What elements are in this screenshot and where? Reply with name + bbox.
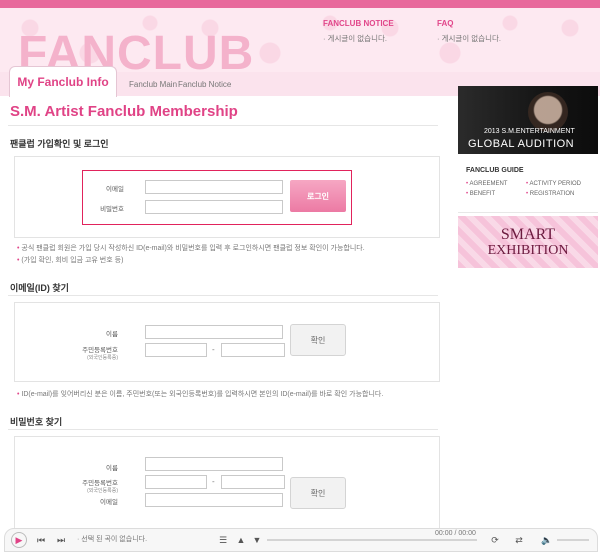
password-field[interactable] bbox=[145, 200, 283, 214]
tab-fanclub-notice[interactable]: Fanclub Notice bbox=[178, 80, 231, 89]
fanclub-notice[interactable]: FANCLUB NOTICE · 게시글이 없습니다. bbox=[323, 19, 394, 44]
guide-agreement-link[interactable]: • AGREEMENT bbox=[466, 181, 507, 187]
find-pw-name-field[interactable] bbox=[145, 457, 283, 471]
faq-title[interactable]: FAQ bbox=[437, 19, 501, 28]
guide-activity-period-label: ACTIVITY PERIOD bbox=[529, 181, 582, 187]
find-id-rrn-second-field[interactable] bbox=[221, 343, 285, 357]
top-pink-bar bbox=[0, 0, 600, 8]
guide-benefit-link[interactable]: • BENEFIT bbox=[466, 191, 495, 197]
login-note-2-text: (가입 확인, 회비 입금 고유 번호 등) bbox=[21, 257, 124, 264]
email-field[interactable] bbox=[145, 180, 283, 194]
email-label: 이메일 bbox=[106, 186, 124, 193]
find-id-heading: 이메일(ID) 찾기 bbox=[10, 283, 69, 293]
expand-icon[interactable]: ▲ bbox=[233, 532, 249, 548]
find-id-rrn-label: 주민등록번호 (외국인등록증) bbox=[58, 344, 118, 361]
time-display: 00:00 / 00:00 bbox=[435, 530, 476, 537]
next-icon[interactable]: ⏭ bbox=[53, 532, 69, 548]
find-pw-email-field[interactable] bbox=[145, 493, 283, 507]
volume-icon[interactable]: 🔈 bbox=[539, 532, 555, 548]
previous-icon[interactable]: ⏮ bbox=[33, 532, 49, 548]
guide-benefit-label: BENEFIT bbox=[469, 191, 496, 197]
find-id-name-label: 이름 bbox=[106, 331, 118, 338]
faq-notice[interactable]: FAQ · 게시글이 없습니다. bbox=[437, 19, 501, 44]
login-note-2: • (가입 확인, 회비 입금 고유 번호 등) bbox=[17, 255, 123, 265]
find-id-name-field[interactable] bbox=[145, 325, 283, 339]
fanclub-notice-text: · 게시글이 없습니다. bbox=[323, 34, 387, 43]
fanclub-guide: FANCLUB GUIDE • AGREEMENT • ACTIVITY PER… bbox=[458, 162, 598, 213]
find-id-confirm-button[interactable]: 확인 bbox=[290, 324, 346, 356]
find-pw-rrn-text: 주민등록번호 bbox=[82, 480, 118, 487]
find-pw-divider bbox=[8, 429, 438, 430]
header-banner: FANCLUB FANCLUB NOTICE · 게시글이 없습니다. FAQ … bbox=[0, 8, 600, 72]
faq-text: · 게시글이 없습니다. bbox=[437, 34, 501, 43]
page-title: S.M. Artist Fanclub Membership bbox=[10, 103, 238, 120]
find-pw-dash: - bbox=[212, 477, 215, 486]
tab-my-fanclub-info-label: My Fanclub Info bbox=[17, 75, 109, 89]
find-id-dash: - bbox=[212, 345, 215, 354]
find-id-divider bbox=[8, 295, 438, 296]
tab-fanclub-main[interactable]: Fanclub Main bbox=[129, 80, 177, 89]
find-id-panel bbox=[14, 302, 440, 382]
find-pw-heading: 비밀번호 찾기 bbox=[10, 417, 63, 427]
find-id-note-text: ID(e-mail)를 잊어버리신 분은 이름, 주민번호(또는 외국인등록번호… bbox=[21, 391, 384, 398]
smart-exhibition-banner[interactable]: SMART EXHIBITION bbox=[458, 216, 598, 268]
login-heading: 팬클럽 가입확인 및 로그인 bbox=[10, 139, 109, 149]
find-pw-email-label: 이메일 bbox=[100, 499, 118, 506]
guide-registration-label: REGISTRATION bbox=[529, 191, 575, 197]
guide-activity-period-link[interactable]: • ACTIVITY PERIOD bbox=[526, 181, 581, 187]
global-audition-banner[interactable]: 2013 S.M.ENTERTAINMENT GLOBAL AUDITION bbox=[458, 86, 598, 154]
audition-title-text: GLOBAL AUDITION bbox=[468, 138, 575, 150]
music-player-bar: ▶ ⏮ ⏭ · 선택 된 곡이 없습니다. ☰ ▲ ▼ 00:00 / 00:0… bbox=[4, 528, 598, 552]
find-pw-rrn-second-field[interactable] bbox=[221, 475, 285, 489]
find-pw-confirm-button[interactable]: 확인 bbox=[290, 477, 346, 509]
find-pw-rrn-sub: (외국인등록증) bbox=[87, 488, 118, 494]
find-id-rrn-sub: (외국인등록증) bbox=[87, 355, 118, 361]
tab-my-fanclub-info[interactable]: My Fanclub Info bbox=[9, 66, 117, 97]
audition-portrait bbox=[528, 92, 568, 132]
audition-year-text: 2013 S.M.ENTERTAINMENT bbox=[484, 128, 575, 135]
login-button[interactable]: 로그인 bbox=[290, 180, 346, 212]
play-icon[interactable]: ▶ bbox=[11, 532, 27, 548]
find-pw-name-label: 이름 bbox=[106, 465, 118, 472]
fanclub-notice-title[interactable]: FANCLUB NOTICE bbox=[323, 19, 394, 28]
fanclub-guide-title: FANCLUB GUIDE bbox=[466, 167, 524, 174]
guide-agreement-label: AGREEMENT bbox=[469, 181, 508, 187]
guide-registration-link[interactable]: • REGISTRATION bbox=[526, 191, 574, 197]
repeat-icon[interactable]: ⟳ bbox=[487, 532, 503, 548]
shuffle-icon[interactable]: ⇄ bbox=[511, 532, 527, 548]
find-id-rrn-first-field[interactable] bbox=[145, 343, 207, 357]
progress-track[interactable] bbox=[267, 539, 477, 541]
now-playing-text: · 선택 된 곡이 없습니다. bbox=[77, 536, 148, 543]
login-note-1: • 공식 팬클럽 회원은 가입 당시 작성하신 ID(e-mail)와 비밀번호… bbox=[17, 243, 365, 253]
password-label: 비밀번호 bbox=[100, 206, 124, 213]
login-note-1-text: 공식 팬클럽 회원은 가입 당시 작성하신 ID(e-mail)와 비밀번호를 … bbox=[21, 245, 365, 252]
collapse-icon[interactable]: ▼ bbox=[249, 532, 265, 548]
smart-exhibition-line1: SMART bbox=[500, 226, 556, 243]
title-divider bbox=[8, 125, 438, 126]
find-id-rrn-text: 주민등록번호 bbox=[82, 347, 118, 354]
find-pw-rrn-first-field[interactable] bbox=[145, 475, 207, 489]
volume-slider[interactable] bbox=[557, 539, 589, 541]
find-pw-rrn-label: 주민등록번호 (외국인등록증) bbox=[58, 477, 118, 494]
smart-exhibition-line2: EXHIBITION bbox=[487, 243, 569, 258]
find-id-note: • ID(e-mail)를 잊어버리신 분은 이름, 주민번호(또는 외국인등록… bbox=[17, 389, 383, 399]
playlist-icon[interactable]: ☰ bbox=[215, 532, 231, 548]
